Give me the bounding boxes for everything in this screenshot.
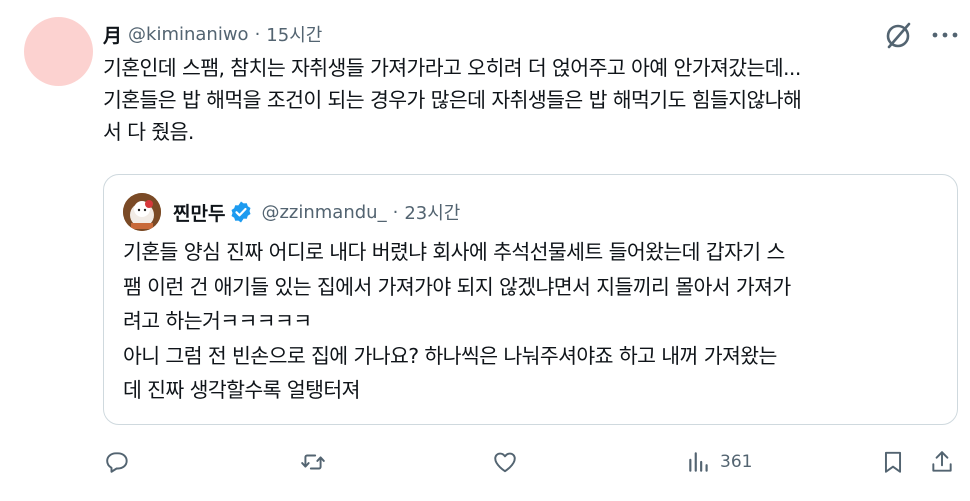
- quote-tweet-text: 기혼들 양심 진짜 어디로 내다 버렸냐 회사에 추석선물세트 들어왔는데 갑자…: [123, 240, 791, 402]
- reply-button[interactable]: [105, 444, 131, 480]
- retweet-button[interactable]: [300, 444, 326, 480]
- more-icon[interactable]: [930, 22, 960, 48]
- author-avatar[interactable]: [24, 17, 93, 86]
- like-button[interactable]: [492, 444, 518, 480]
- heart-icon: [494, 452, 516, 473]
- quote-author-handle[interactable]: @zzinmandu_: [261, 202, 386, 223]
- share-icon: [932, 451, 952, 472]
- avatar-image-icon: [123, 193, 161, 231]
- quote-timestamp[interactable]: 23시간: [404, 199, 460, 225]
- header-separator: ·: [254, 23, 261, 45]
- verified-badge-icon: [231, 201, 251, 223]
- tweet-header: 月 @kiminaniwo · 15시간: [103, 19, 322, 49]
- author-handle[interactable]: @kiminaniwo: [128, 24, 249, 45]
- bookmark-button[interactable]: [880, 444, 906, 480]
- quote-header: 찐만두 @zzinmandu_ · 23시간: [173, 195, 460, 229]
- quote-author-avatar: [123, 193, 161, 231]
- tweet-timestamp[interactable]: 15시간: [266, 21, 322, 47]
- bookmark-icon: [884, 451, 902, 473]
- grok-icon[interactable]: [884, 20, 914, 50]
- views-count: 361: [720, 452, 753, 472]
- quote-tweet-card[interactable]: 찐만두 @zzinmandu_ · 23시간 기혼들 양심 진짜 어디로 내다 …: [103, 174, 958, 425]
- retweet-icon: [301, 454, 325, 470]
- share-button[interactable]: [929, 444, 955, 480]
- author-display-name[interactable]: 月: [103, 21, 122, 48]
- views-button[interactable]: 361: [686, 444, 752, 480]
- tweet-action-bar: 361: [0, 444, 970, 484]
- reply-icon: [106, 452, 128, 473]
- tweet-text: 기혼인데 스팸, 참치는 자취생들 가져가라고 오히려 더 얹어주고 아예 안가…: [103, 56, 802, 144]
- views-icon: [689, 452, 708, 472]
- quote-author-display-name[interactable]: 찐만두: [173, 199, 225, 226]
- quote-header-separator: ·: [392, 201, 399, 223]
